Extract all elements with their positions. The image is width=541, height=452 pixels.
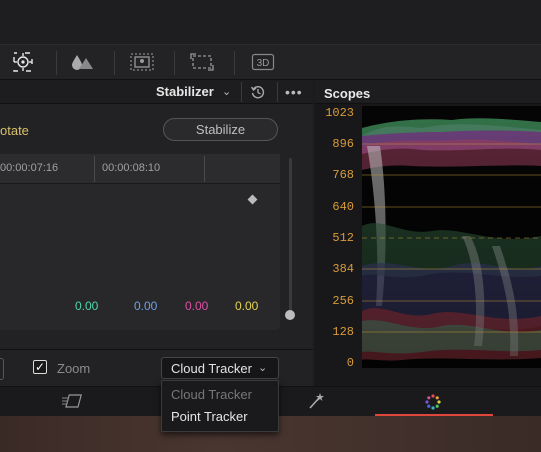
zoom-checkbox[interactable]: ✓ bbox=[33, 360, 47, 374]
vertical-zoom-slider[interactable] bbox=[289, 158, 292, 320]
scope-axis-label: 128 bbox=[332, 325, 354, 339]
scope-axis-label: 640 bbox=[332, 200, 354, 214]
chevron-down-icon[interactable]: ⌄ bbox=[258, 361, 267, 374]
stabilize-button[interactable]: Stabilize bbox=[163, 118, 278, 141]
more-options-icon[interactable]: ••• bbox=[285, 84, 303, 100]
image-icon[interactable] bbox=[129, 51, 155, 73]
menu-item-cloud-tracker[interactable]: Cloud Tracker bbox=[171, 387, 252, 402]
value-readout: 0.00 bbox=[185, 299, 209, 313]
toolbar-divider bbox=[174, 51, 175, 75]
value-readout: 0.00 bbox=[134, 299, 158, 313]
slider-handle[interactable] bbox=[285, 310, 295, 320]
menu-item-point-tracker[interactable]: Point Tracker bbox=[171, 409, 248, 424]
toolbar-divider bbox=[234, 51, 235, 75]
scope-axis-label: 0 bbox=[346, 356, 354, 370]
tracker-type-value[interactable]: Cloud Tracker bbox=[171, 361, 252, 376]
crop-icon[interactable] bbox=[189, 51, 215, 73]
scope-axis-label: 896 bbox=[332, 137, 354, 151]
ruler-tick bbox=[94, 156, 95, 182]
stabilizer-mode-dropdown[interactable]: Stabilizer bbox=[156, 84, 214, 99]
palette-toolbar: 3D bbox=[0, 44, 541, 80]
color-wheel-icon[interactable] bbox=[424, 393, 442, 416]
toolbar-divider bbox=[114, 51, 115, 75]
target-icon[interactable] bbox=[10, 51, 36, 73]
timecode-label: 00:00:08:10 bbox=[102, 162, 161, 174]
tracker-icon[interactable] bbox=[60, 392, 88, 415]
scope-axis-label: 768 bbox=[332, 168, 354, 182]
scope-axis-label: 512 bbox=[332, 231, 354, 245]
toolbar-divider bbox=[56, 51, 57, 75]
value-readout: 0.00 bbox=[75, 299, 99, 313]
droplet-icon[interactable] bbox=[69, 51, 95, 73]
svg-text:3D: 3D bbox=[257, 58, 270, 69]
chevron-down-icon[interactable]: ⌄ bbox=[222, 85, 231, 98]
header-divider bbox=[241, 82, 242, 102]
scope-axis-label: 1023 bbox=[325, 106, 354, 120]
rotate-label: otate bbox=[0, 123, 29, 138]
3d-icon[interactable]: 3D bbox=[250, 51, 276, 73]
partial-button[interactable] bbox=[0, 358, 4, 380]
reset-history-icon[interactable] bbox=[250, 84, 266, 105]
scopes-title: Scopes bbox=[324, 86, 371, 101]
timecode-label: 00:00:07:16 bbox=[0, 162, 59, 174]
ruler-tick bbox=[204, 156, 205, 182]
zoom-label: Zoom bbox=[57, 361, 91, 376]
waveform-scope[interactable] bbox=[362, 106, 541, 368]
window-top-strip bbox=[0, 0, 541, 44]
scope-axis-label: 256 bbox=[332, 294, 354, 308]
header-divider bbox=[277, 82, 278, 102]
magic-wand-icon[interactable] bbox=[306, 391, 326, 416]
scope-axis-label: 384 bbox=[332, 262, 354, 276]
value-readout: 0.00 bbox=[235, 299, 259, 313]
